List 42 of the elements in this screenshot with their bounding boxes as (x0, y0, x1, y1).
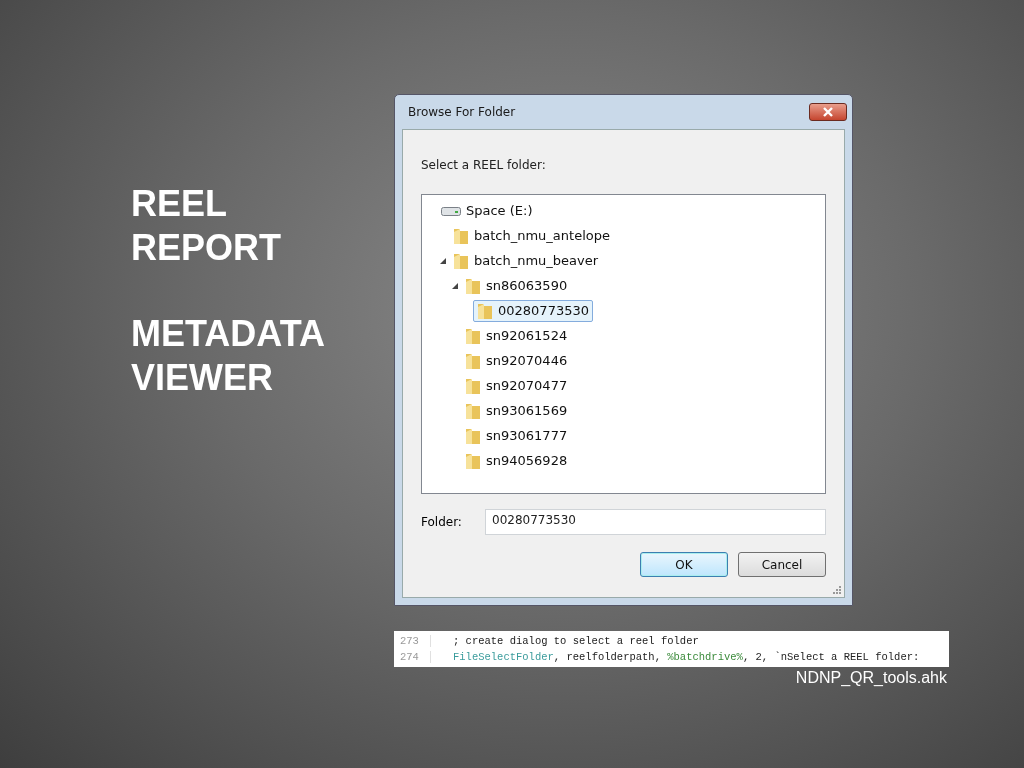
expanded-arrow-icon[interactable] (440, 257, 446, 264)
tree-item[interactable]: batch_nmu_beaver (449, 249, 603, 272)
folder-icon (465, 351, 481, 370)
slide-title-line: METADATA (131, 312, 326, 356)
tree-item[interactable]: sn92070477 (461, 374, 572, 397)
tree-item[interactable]: sn93061569 (461, 399, 572, 422)
folder-icon (465, 451, 481, 470)
tree-item[interactable]: 00280773530 (473, 299, 593, 322)
tree-item[interactable]: Space (E:) (437, 201, 537, 220)
tree-item[interactable]: sn92070446 (461, 349, 572, 372)
file-name-caption: NDNP_QR_tools.ahk (795, 669, 947, 687)
folder-icon (453, 226, 469, 245)
expanded-arrow-icon[interactable] (452, 282, 458, 289)
close-icon (821, 107, 835, 117)
folder-icon (465, 326, 481, 345)
folder-icon (465, 426, 481, 445)
field-label: Folder: (421, 515, 463, 529)
slide-title-line: REEL (131, 182, 228, 226)
folder-icon (465, 376, 481, 395)
prompt-text: Select a REEL folder: (421, 158, 547, 172)
window-title: Browse For Folder (408, 105, 516, 119)
ok-button[interactable]: OK (640, 552, 728, 577)
tree-item[interactable]: sn94056928 (461, 449, 572, 472)
folder-icon (465, 276, 481, 295)
drive-icon (441, 205, 461, 216)
tree-item[interactable]: sn92061524 (461, 324, 572, 347)
folder-icon (477, 301, 493, 320)
folder-icon (465, 401, 481, 420)
code-line: FileSelectFolder, reelfolderpath, %batchdrive%, 2, `nSelect a REEL folder: (453, 651, 920, 663)
slide-title-line: VIEWER (131, 356, 274, 400)
folder-icon (453, 251, 469, 270)
tree-item[interactable]: sn93061777 (461, 424, 572, 447)
resize-grip-icon (833, 586, 841, 594)
code-line: ; create dialog to select a reel folder (453, 635, 699, 647)
dialog-button[interactable]: Cancel (738, 552, 826, 577)
folder-input-field[interactable]: 00280773530 (485, 509, 826, 535)
line-number: 274 (394, 651, 431, 663)
tree-item[interactable]: batch_nmu_antelope (449, 224, 614, 247)
slide-title-line: REPORT (131, 226, 282, 270)
line-number: 273 (394, 635, 431, 647)
tree-item[interactable]: sn86063590 (461, 274, 572, 297)
close-button[interactable] (809, 103, 847, 121)
